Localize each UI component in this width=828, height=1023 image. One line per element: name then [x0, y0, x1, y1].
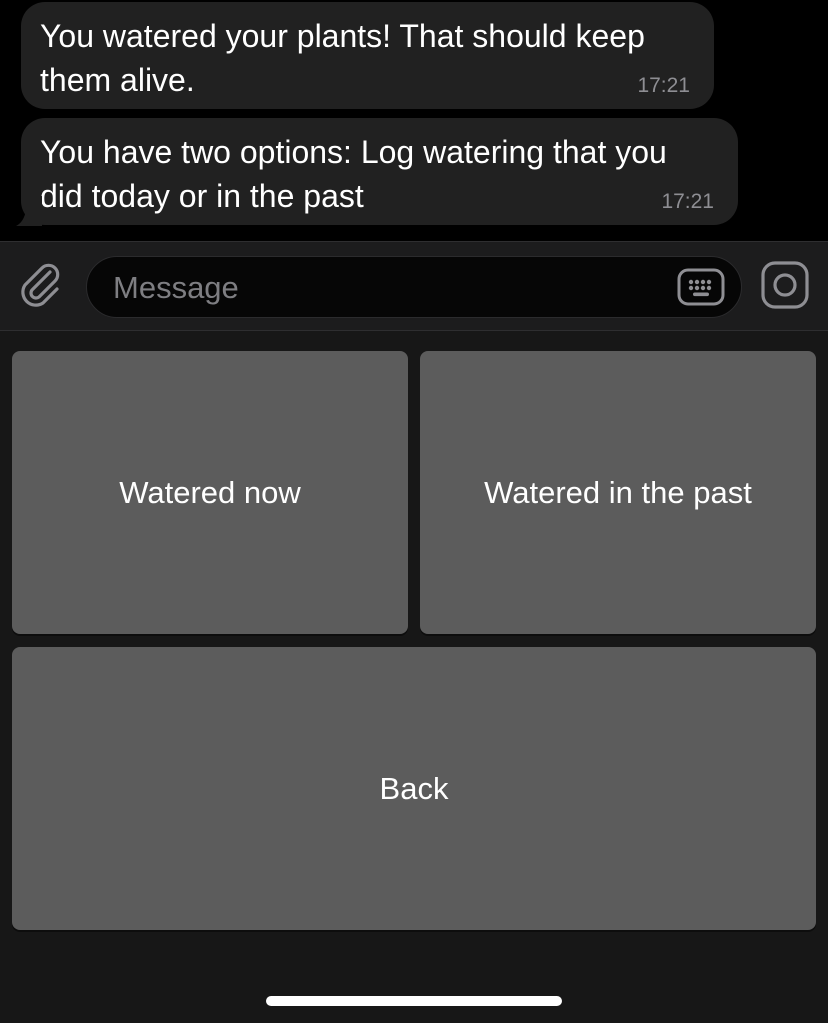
message-text: You watered your plants! That should kee…: [40, 18, 645, 98]
paperclip-icon: [21, 263, 60, 307]
message-timestamp: 17:21: [637, 74, 690, 97]
message-field[interactable]: [86, 256, 742, 319]
home-indicator[interactable]: [266, 996, 562, 1006]
watered-in-the-past-button[interactable]: Watered in the past: [420, 351, 816, 634]
message-text: You have two options: Log watering that …: [40, 134, 667, 214]
message-bubble[interactable]: You have two options: Log watering that …: [21, 118, 738, 225]
camera-button[interactable]: [760, 260, 810, 310]
back-button[interactable]: Back: [12, 647, 816, 930]
keyboard-toggle-button[interactable]: [677, 268, 725, 306]
bubble-tail: [16, 196, 42, 226]
watered-now-button[interactable]: Watered now: [12, 351, 408, 634]
reply-keyboard: Watered now Watered in the past Back: [0, 331, 828, 1023]
camera-icon: [761, 261, 809, 309]
message-bubble[interactable]: You watered your plants! That should kee…: [21, 2, 714, 109]
attach-button[interactable]: [16, 260, 66, 310]
chat-area[interactable]: You watered your plants! That should kee…: [0, 0, 828, 241]
keyboard-icon: [677, 268, 725, 306]
message-timestamp: 17:21: [661, 190, 714, 213]
message-input-bar: [0, 241, 828, 331]
message-input[interactable]: [111, 257, 655, 319]
